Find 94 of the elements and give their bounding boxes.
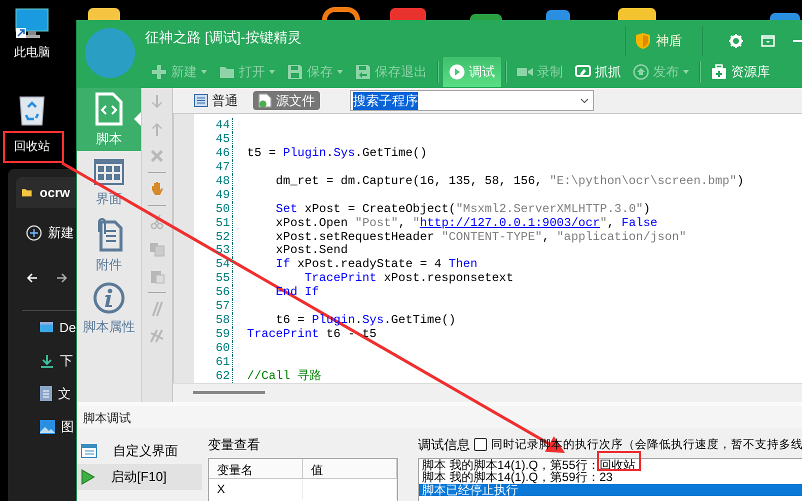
line-number: 59 (194, 327, 233, 341)
procedure-search-dropdown[interactable]: 搜索子程序 (350, 90, 594, 111)
app-icon[interactable] (390, 8, 426, 20)
explorer-nav-item[interactable]: 图 (8, 410, 76, 443)
app-icon[interactable] (618, 8, 656, 20)
code-line: //Call 寻路 (246, 368, 322, 383)
variables-label: 变量查看 (208, 436, 261, 454)
line-number: 58 (194, 313, 233, 328)
window-grid-icon (93, 158, 125, 186)
back-arrow-icon[interactable] (26, 272, 38, 284)
recycle-bin-icon[interactable] (18, 94, 46, 126)
chevron-down-icon (580, 98, 589, 104)
explorer-nav-item[interactable]: De (8, 311, 76, 344)
code-line: If xPost.readyState = 4 Then (274, 257, 478, 272)
annotation-box (3, 131, 64, 163)
form-window-icon (81, 444, 97, 458)
explorer-tab[interactable]: ocrw (16, 177, 76, 208)
paperclip-document-icon (95, 218, 123, 252)
action-item[interactable]: 启动[F10] (77, 464, 202, 490)
line-number: 60 (194, 341, 233, 355)
shield-icon (636, 33, 650, 49)
monitor-icon[interactable] (15, 8, 49, 40)
explorer-nav-item[interactable]: 文 (8, 377, 76, 410)
plus-circle-icon (26, 225, 42, 241)
play-icon (449, 64, 465, 80)
download-icon (40, 354, 54, 368)
code-line: TracePrint t6 - t5 (246, 327, 377, 341)
delete-icon[interactable] (149, 148, 165, 164)
code-editor[interactable] (173, 114, 802, 383)
desktop-icon (40, 321, 54, 334)
document-icon (40, 386, 52, 401)
annotation-box (597, 451, 641, 471)
line-number: 50 (194, 202, 233, 216)
script-file-icon (95, 92, 123, 126)
explorer-nav-item[interactable]: 下 (8, 344, 76, 377)
new-button[interactable]: 新建 (8, 208, 76, 242)
app-icon[interactable] (546, 10, 570, 20)
desktop-icon-label[interactable]: 此电脑 (14, 44, 50, 61)
screen-capture-icon (575, 64, 591, 80)
sidebar-item[interactable]: 脚本属性 (77, 277, 141, 340)
info-icon (93, 282, 125, 314)
code-line: xPost.Send (274, 243, 348, 258)
action-item[interactable]: 自定义界面 (77, 438, 202, 464)
view-tab[interactable]: 普通 (189, 91, 243, 110)
column-header[interactable]: 值 (303, 458, 397, 479)
column-header[interactable]: 变量名 (209, 458, 303, 479)
hand-icon[interactable] (149, 181, 165, 197)
table-cell: X (209, 478, 303, 499)
line-number: 49 (194, 188, 233, 202)
code-link[interactable]: http://127.0.0.1:9003/ocr (420, 216, 600, 230)
line-number: 46 (194, 146, 233, 160)
line-number: 61 (194, 354, 233, 369)
line-number: 44 (194, 118, 233, 132)
copy-icon[interactable] (149, 241, 165, 257)
code-line: xPost.Open "Post", "http://127.0.0.1:9003/ocr", False (274, 216, 658, 230)
code-line: dm_ret = dm.Capture(16, 135, 58, 156, "E:\python\ocr\screen.bmp") (274, 174, 744, 188)
code-line: TracePrint xPost.responsetext (304, 271, 514, 286)
code-file-icon (258, 93, 272, 108)
folder-icon (22, 186, 32, 199)
comment-slashes-icon[interactable] (149, 301, 165, 317)
desktop-icon-label[interactable]: 回收站 (14, 138, 50, 155)
play-icon (81, 468, 95, 485)
code-line: xPost.setRequestHeader "CONTENT-TYPE", "application/json" (274, 230, 686, 244)
debug-info-label: 调试信息 (418, 436, 470, 454)
paste-icon[interactable] (149, 268, 165, 284)
forward-arrow-icon[interactable] (56, 272, 68, 284)
line-number: 56 (194, 285, 233, 300)
toolbox-icon (711, 64, 727, 80)
app-icon[interactable] (470, 14, 502, 20)
plus-icon (151, 64, 167, 80)
line-number: 45 (194, 132, 233, 146)
checkbox[interactable] (474, 438, 487, 452)
code-line: Set xPost = CreateObject("Msxml2.ServerXMLHTTP.3.0") (274, 202, 650, 216)
settings-icon[interactable] (729, 34, 743, 48)
picture-icon (40, 420, 55, 434)
app-icon[interactable] (770, 13, 800, 20)
line-number: 48 (194, 174, 233, 188)
line-number: 47 (194, 160, 233, 174)
folder-icon (219, 64, 235, 80)
window-menu-icon[interactable] (761, 35, 775, 47)
upload-icon (633, 64, 649, 80)
uncomment-icon[interactable] (149, 328, 165, 344)
line-number: 55 (194, 271, 233, 286)
sidebar-item[interactable]: 附件 (77, 214, 141, 277)
text-list-icon (194, 94, 208, 107)
log-line[interactable]: 脚本 我的脚本14(1).Q，第59行：23 (419, 471, 802, 484)
window-title: 征神之路 [调试]-按键精灵 (145, 29, 302, 47)
line-number: 57 (194, 299, 233, 314)
panel-title: 脚本调试 (77, 406, 802, 428)
folder-icon[interactable] (88, 8, 120, 20)
code-line: t5 = Plugin.Sys.GetTime() (246, 146, 428, 160)
line-number: 51 (194, 216, 233, 230)
scissors-icon[interactable] (149, 214, 165, 230)
view-tab[interactable]: 源文件 (253, 91, 320, 110)
